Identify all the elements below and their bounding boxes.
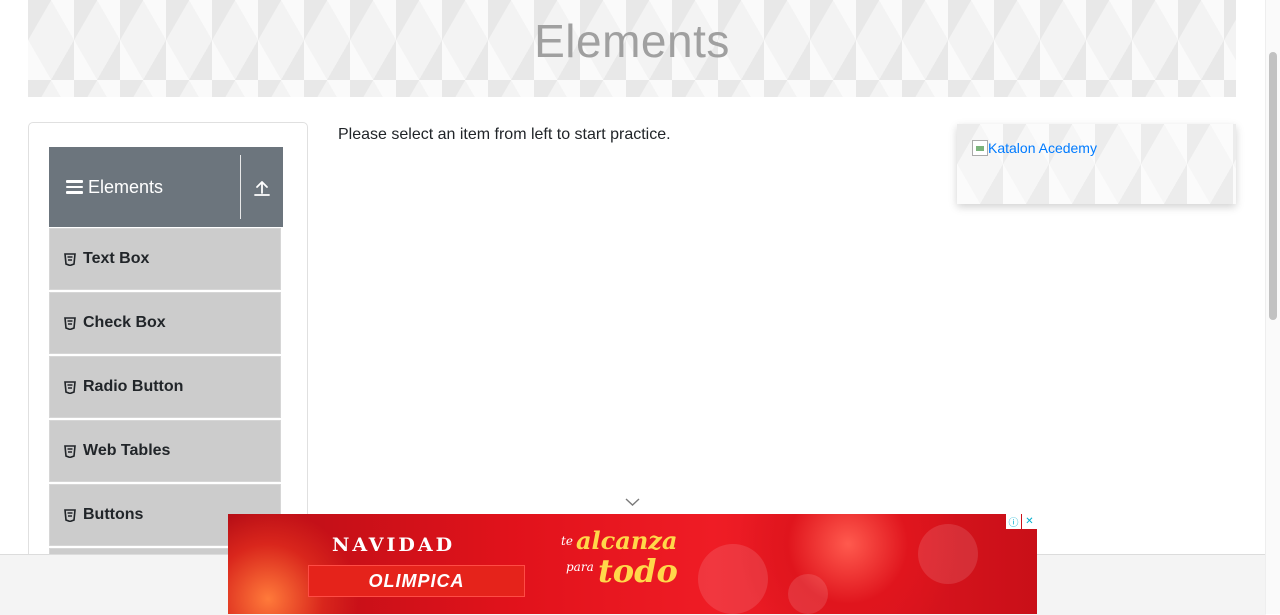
html5-icon <box>64 316 76 330</box>
menu-item-label: Buttons <box>83 506 144 523</box>
html5-icon <box>64 252 76 266</box>
broken-image-icon <box>972 140 988 156</box>
decorative-orb <box>788 574 828 614</box>
sponsor-card: Katalon Acedemy <box>957 124 1236 204</box>
menu-item-check-box[interactable]: Check Box <box>49 292 281 354</box>
ad-info-icon[interactable]: ⓘ <box>1006 514 1021 529</box>
collapse-button[interactable] <box>241 147 283 227</box>
page-title: Elements <box>534 14 730 67</box>
ad-slogan-line2: todo <box>598 552 678 590</box>
hamburger-icon <box>66 180 83 194</box>
scrollbar-thumb[interactable] <box>1269 52 1277 320</box>
group-title-wrap[interactable]: Elements <box>49 177 240 198</box>
katalon-academy-link[interactable]: Katalon Acedemy <box>972 140 1097 156</box>
ad-brand-logo: OLIMPICA <box>308 565 525 597</box>
elements-group-header[interactable]: Elements <box>49 147 283 227</box>
html5-icon <box>64 508 76 522</box>
instruction-text: Please select an item from left to start… <box>338 126 671 143</box>
decorative-orb <box>698 544 768 614</box>
menu-item-text-box[interactable]: Text Box <box>49 228 281 290</box>
menu-item-radio-button[interactable]: Radio Button <box>49 356 281 418</box>
decorative-orb <box>918 524 978 584</box>
menu-item-label: Radio Button <box>83 378 184 395</box>
ad-close-icon[interactable]: ✕ <box>1022 514 1037 529</box>
ad-slogan-line2-prefix: para <box>566 560 594 574</box>
html5-icon <box>64 380 76 394</box>
ad-slogan-line1: alcanza <box>576 526 678 555</box>
vertical-scrollbar[interactable] <box>1265 0 1280 614</box>
menu-item-label: Check Box <box>83 314 166 331</box>
ad-slogan-prefix: te <box>561 534 573 548</box>
menu-item-label: Web Tables <box>83 442 171 459</box>
page-header-banner: Elements <box>28 0 1236 97</box>
menu-item-web-tables[interactable]: Web Tables <box>49 420 281 482</box>
sponsor-alt-text: Katalon Acedemy <box>988 140 1097 156</box>
ad-headline: NAVIDAD <box>332 534 456 556</box>
ad-controls: ⓘ ✕ <box>1005 514 1037 529</box>
advertisement-banner[interactable]: NAVIDAD OLIMPICA te alcanza para todo ⓘ … <box>228 514 1037 614</box>
chevron-down-icon[interactable] <box>625 497 640 507</box>
group-title: Elements <box>88 176 164 197</box>
menu-item-label: Text Box <box>83 250 150 267</box>
html5-icon <box>64 444 76 458</box>
upload-arrow-icon <box>254 181 270 196</box>
